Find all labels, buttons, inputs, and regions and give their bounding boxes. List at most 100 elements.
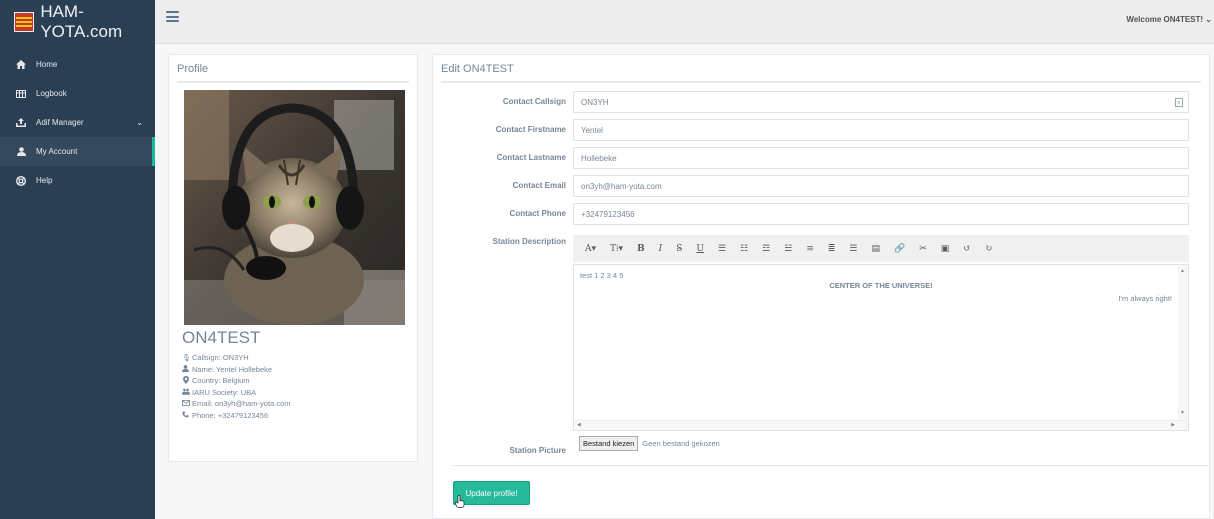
profile-photo (184, 90, 405, 325)
sidebar: HAM-YOTA.com Home Logbook Adif Manager ⌄ (0, 0, 155, 519)
detail-text: Callsign: ON3YH (192, 353, 249, 363)
unlink-icon[interactable]: ✂ (919, 244, 927, 254)
detail-text: Name: Yentel Hollebeke (192, 364, 273, 374)
hand-cursor-icon (455, 495, 465, 510)
align-right-button[interactable]: ☰ (849, 244, 857, 254)
align-center-button[interactable]: ≣ (828, 244, 836, 254)
underline-button[interactable]: U (696, 244, 704, 254)
scroll-up-icon[interactable]: ▲ (1180, 268, 1185, 274)
align-left-button[interactable]: ≡ (806, 244, 814, 254)
scroll-down-icon[interactable]: ▼ (1180, 410, 1185, 416)
sidebar-item-adif-manager[interactable]: Adif Manager ⌄ (0, 108, 155, 137)
microphone-icon: 🎙 (182, 354, 191, 362)
sidebar-item-label: Home (36, 60, 58, 69)
editor-vertical-scrollbar[interactable]: ▲ ▼ (1178, 265, 1188, 430)
strikethrough-button[interactable]: S̶ (676, 244, 682, 254)
sidebar-item-help[interactable]: Help (0, 166, 155, 195)
form-row-callsign: Contact Callsign ON3YH ≡ (433, 91, 1209, 113)
form-row-lastname: Contact Lastname Hollebeke (433, 147, 1209, 169)
text-height-button[interactable]: T⁞▾ (610, 243, 623, 254)
detail-text: Country: Belgium (192, 376, 250, 386)
indent-button[interactable]: ☱ (784, 244, 792, 254)
field-label: Station Description (492, 237, 566, 246)
sidebar-item-label: Logbook (36, 89, 67, 98)
input-value: ON3YH (581, 97, 609, 107)
profile-detail-phone: Phone: +32479123456 (182, 410, 291, 422)
field-label: Contact Lastname (496, 153, 566, 162)
profile-detail-callsign: 🎙 Callsign: ON3YH (182, 352, 291, 364)
input-value: +32479123456 (581, 209, 635, 219)
profile-detail-country: Country: Belgium (182, 375, 291, 387)
undo-icon[interactable]: ↺ (963, 244, 971, 254)
contact-email-input[interactable]: on3yh@ham-yota.com (573, 175, 1189, 197)
autofill-icon[interactable]: ≡ (1175, 98, 1183, 107)
field-label: Contact Firstname (495, 125, 566, 134)
detail-text: Phone: +32479123456 (192, 410, 269, 420)
input-value: Yentel (581, 125, 603, 135)
sidebar-item-logbook[interactable]: Logbook (0, 79, 155, 108)
profile-detail-name: Name: Yentel Hollebeke (182, 364, 291, 376)
table-icon (14, 89, 28, 98)
font-size-button[interactable]: A▾ (585, 244, 596, 254)
edit-profile-panel: Edit ON4TEST Contact Callsign ON3YH ≡ Co… (432, 54, 1210, 519)
top-navbar: Welcome ON4TEST! ⌄ (155, 0, 1214, 44)
field-label: Contact Email (512, 181, 566, 190)
yota-logo-icon (14, 12, 35, 32)
contact-lastname-input[interactable]: Hollebeke (573, 147, 1189, 169)
scroll-right-icon[interactable]: ▶ (1171, 422, 1175, 428)
outdent-button[interactable]: ☲ (762, 244, 770, 254)
choose-file-button[interactable]: Bestand kiezen (579, 436, 639, 451)
user-icon (14, 147, 28, 156)
bold-button[interactable]: B (637, 244, 645, 254)
detail-text: IARU Society: UBA (192, 387, 257, 397)
sidebar-nav: Home Logbook Adif Manager ⌄ My Account H… (0, 50, 155, 195)
field-label: Station Picture (509, 446, 566, 455)
map-marker-icon (182, 375, 189, 386)
contact-firstname-input[interactable]: Yentel (573, 119, 1189, 141)
file-status: Geen bestand gekozen (642, 439, 720, 448)
profile-detail-email: Email: on3yh@ham-yota.com (182, 398, 291, 410)
user-icon (182, 364, 189, 374)
detail-text: Email: on3yh@ham-yota.com (192, 399, 291, 409)
sidebar-item-label: My Account (36, 147, 78, 156)
numbered-list-button[interactable]: ☷ (740, 244, 748, 254)
sidebar-item-label: Help (36, 176, 53, 185)
form-row-phone: Contact Phone +32479123456 (433, 203, 1209, 225)
contact-phone-input[interactable]: +32479123456 (573, 203, 1189, 225)
input-value: on3yh@ham-yota.com (581, 181, 662, 191)
profile-detail-society: IARU Society: UBA (182, 387, 291, 399)
editor-right-text: I'm always right! (1118, 294, 1172, 303)
phone-icon (182, 411, 189, 420)
image-icon[interactable]: ▣ (941, 244, 950, 254)
form-row-firstname: Contact Firstname Yentel (433, 119, 1209, 141)
bullet-list-button[interactable]: ☰ (718, 244, 726, 254)
link-icon[interactable]: 🔗 (894, 244, 905, 254)
form-row-picture: Station Picture (433, 440, 1209, 462)
editor-centered-text: CENTER OF THE UNIVERSE! (829, 281, 933, 290)
group-icon (182, 388, 190, 397)
input-value: Hollebeke (581, 153, 617, 163)
user-menu-dropdown[interactable]: Welcome ON4TEST! ⌄ (1126, 15, 1212, 24)
station-picture-file-input[interactable]: Bestand kiezen Geen bestand gekozen (579, 436, 720, 451)
justify-button[interactable]: ▤ (871, 244, 880, 254)
edit-panel-title: Edit ON4TEST (441, 55, 1201, 83)
redo-icon[interactable]: ↻ (985, 244, 993, 254)
brand-title: HAM-YOTA.com (40, 2, 123, 41)
profile-details: 🎙 Callsign: ON3YH Name: Yentel Hollebeke… (182, 352, 291, 421)
italic-button[interactable]: I (659, 244, 663, 254)
sidebar-item-my-account[interactable]: My Account (0, 137, 155, 166)
station-description-editor[interactable]: test 1 2 3 4 5 CENTER OF THE UNIVERSE! I… (573, 264, 1189, 431)
home-icon (14, 60, 28, 69)
sidebar-item-home[interactable]: Home (0, 50, 155, 79)
menu-toggle-icon[interactable] (166, 11, 179, 22)
field-label: Contact Callsign (502, 97, 566, 106)
scroll-left-icon[interactable]: ◀ (577, 422, 581, 428)
lifebuoy-icon (14, 175, 28, 186)
contact-callsign-input[interactable]: ON3YH ≡ (573, 91, 1189, 113)
profile-name: ON4TEST (182, 328, 261, 347)
editor-horizontal-scrollbar[interactable]: ◀ ▶ (574, 420, 1188, 430)
brand[interactable]: HAM-YOTA.com (0, 0, 155, 44)
editor-toolbar: A▾ T⁞▾ B I S̶ U ☰ ☷ ☲ ☱ ≡ ≣ ☰ ▤ 🔗 ✂ ▣ ↺ … (573, 235, 1189, 262)
sidebar-item-label: Adif Manager (36, 118, 84, 127)
form-divider (453, 465, 1209, 466)
